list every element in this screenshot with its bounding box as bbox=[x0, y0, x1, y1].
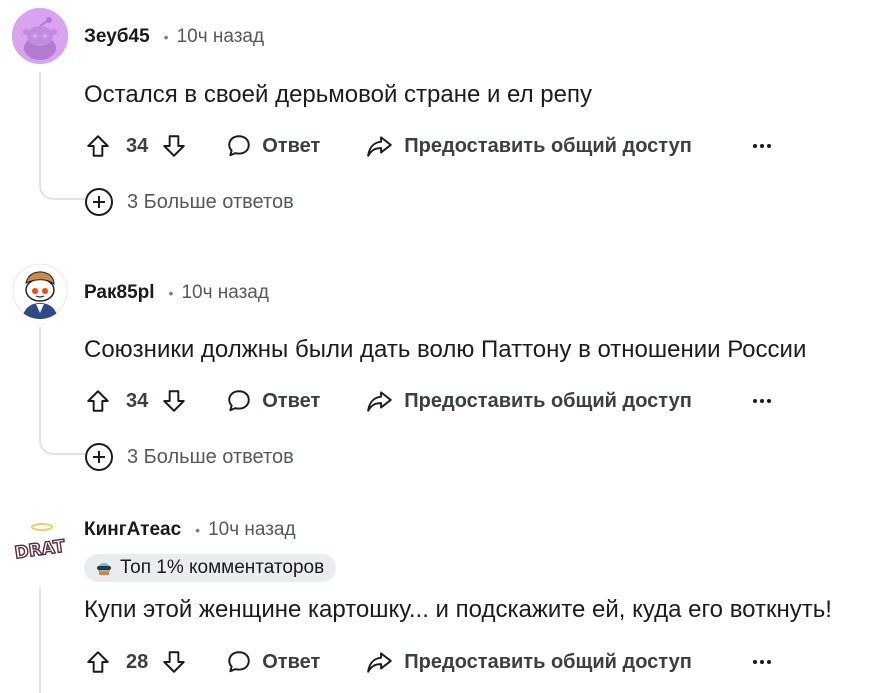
separator-dot: • bbox=[195, 522, 201, 538]
thread-line[interactable] bbox=[39, 588, 41, 693]
flair-label: Топ 1% комментаторов bbox=[120, 557, 325, 578]
snoo-avatar-icon bbox=[12, 263, 68, 319]
avatar[interactable]: DRAT bbox=[12, 519, 68, 575]
comment-actions: 28 Ответ Предоставить общий доступ bbox=[84, 642, 771, 682]
snoo-avatar-icon bbox=[12, 8, 68, 64]
thread-elbow bbox=[39, 182, 85, 200]
separator-dot: • bbox=[168, 285, 174, 301]
more-replies-button[interactable]: 3 Больше ответов bbox=[85, 188, 294, 216]
comment-text: Остался в своей дерьмовой стране и ел ре… bbox=[84, 81, 592, 108]
comment-meta: Зеуб45 • 10ч назад bbox=[84, 26, 264, 48]
vote-count: 34 bbox=[126, 134, 149, 157]
comment-bubble-icon bbox=[228, 651, 250, 673]
comment-meta: Рак85pl • 10ч назад bbox=[84, 282, 269, 304]
reply-button[interactable]: Ответ bbox=[226, 133, 320, 159]
share-button[interactable]: Предоставить общий доступ bbox=[366, 388, 692, 414]
share-label: Предоставить общий доступ bbox=[404, 389, 692, 412]
reply-button[interactable]: Ответ bbox=[226, 649, 320, 675]
plus-circle-icon bbox=[85, 188, 113, 216]
share-label: Предоставить общий доступ bbox=[404, 134, 692, 157]
more-options-icon[interactable] bbox=[746, 646, 778, 678]
share-button[interactable]: Предоставить общий доступ bbox=[366, 649, 692, 675]
upvote-icon[interactable] bbox=[84, 132, 112, 160]
vote-count: 34 bbox=[126, 389, 149, 412]
share-arrow-icon bbox=[367, 652, 393, 673]
separator-dot: • bbox=[163, 29, 169, 45]
thread-line[interactable] bbox=[39, 327, 41, 439]
reply-button[interactable]: Ответ bbox=[226, 388, 320, 414]
vote-count: 28 bbox=[126, 650, 149, 673]
downvote-icon[interactable] bbox=[160, 387, 188, 415]
downvote-icon[interactable] bbox=[160, 132, 188, 160]
timestamp[interactable]: 10ч назад bbox=[208, 519, 296, 541]
more-replies-button[interactable]: 3 Больше ответов bbox=[85, 443, 294, 471]
timestamp[interactable]: 10ч назад bbox=[181, 282, 269, 304]
more-options-icon[interactable] bbox=[746, 130, 778, 162]
reply-label: Ответ bbox=[262, 134, 321, 157]
comment-bubble-icon bbox=[228, 390, 250, 412]
comment-actions: 34 Ответ Предоставить общий доступ bbox=[84, 126, 771, 166]
thread-elbow bbox=[39, 437, 85, 455]
username[interactable]: Рак85pl bbox=[84, 282, 155, 304]
user-flair-badge: Топ 1% комментаторов bbox=[84, 554, 337, 582]
comment-actions: 34 Ответ Предоставить общий доступ bbox=[84, 381, 771, 421]
share-arrow-icon bbox=[367, 136, 393, 157]
avatar[interactable] bbox=[12, 263, 68, 319]
timestamp[interactable]: 10ч назад bbox=[177, 26, 265, 48]
thread-line[interactable] bbox=[39, 72, 41, 184]
more-replies-label: 3 Больше ответов bbox=[127, 445, 294, 468]
comment-bubble-icon bbox=[228, 135, 250, 157]
upvote-icon[interactable] bbox=[84, 387, 112, 415]
share-label: Предоставить общий доступ bbox=[404, 650, 692, 673]
more-options-icon[interactable] bbox=[746, 385, 778, 417]
plus-circle-icon bbox=[85, 443, 113, 471]
username[interactable]: Зеуб45 bbox=[84, 26, 150, 48]
more-replies-label: 3 Больше ответов bbox=[127, 190, 294, 213]
downvote-icon[interactable] bbox=[160, 648, 188, 676]
reply-label: Ответ bbox=[262, 389, 321, 412]
graffiti-avatar-icon: DRAT bbox=[13, 520, 67, 574]
comment-text: Купи этой женщине картошку... и подскажи… bbox=[84, 596, 832, 623]
reply-label: Ответ bbox=[262, 650, 321, 673]
top-commenter-icon bbox=[94, 560, 114, 576]
share-arrow-icon bbox=[367, 391, 393, 412]
comment-meta: КингАтеас • 10ч назад bbox=[84, 519, 296, 541]
username[interactable]: КингАтеас bbox=[84, 519, 181, 541]
share-button[interactable]: Предоставить общий доступ bbox=[366, 133, 692, 159]
avatar[interactable] bbox=[12, 8, 68, 64]
comment-text: Союзники должны были дать волю Паттону в… bbox=[84, 336, 807, 363]
upvote-icon[interactable] bbox=[84, 648, 112, 676]
